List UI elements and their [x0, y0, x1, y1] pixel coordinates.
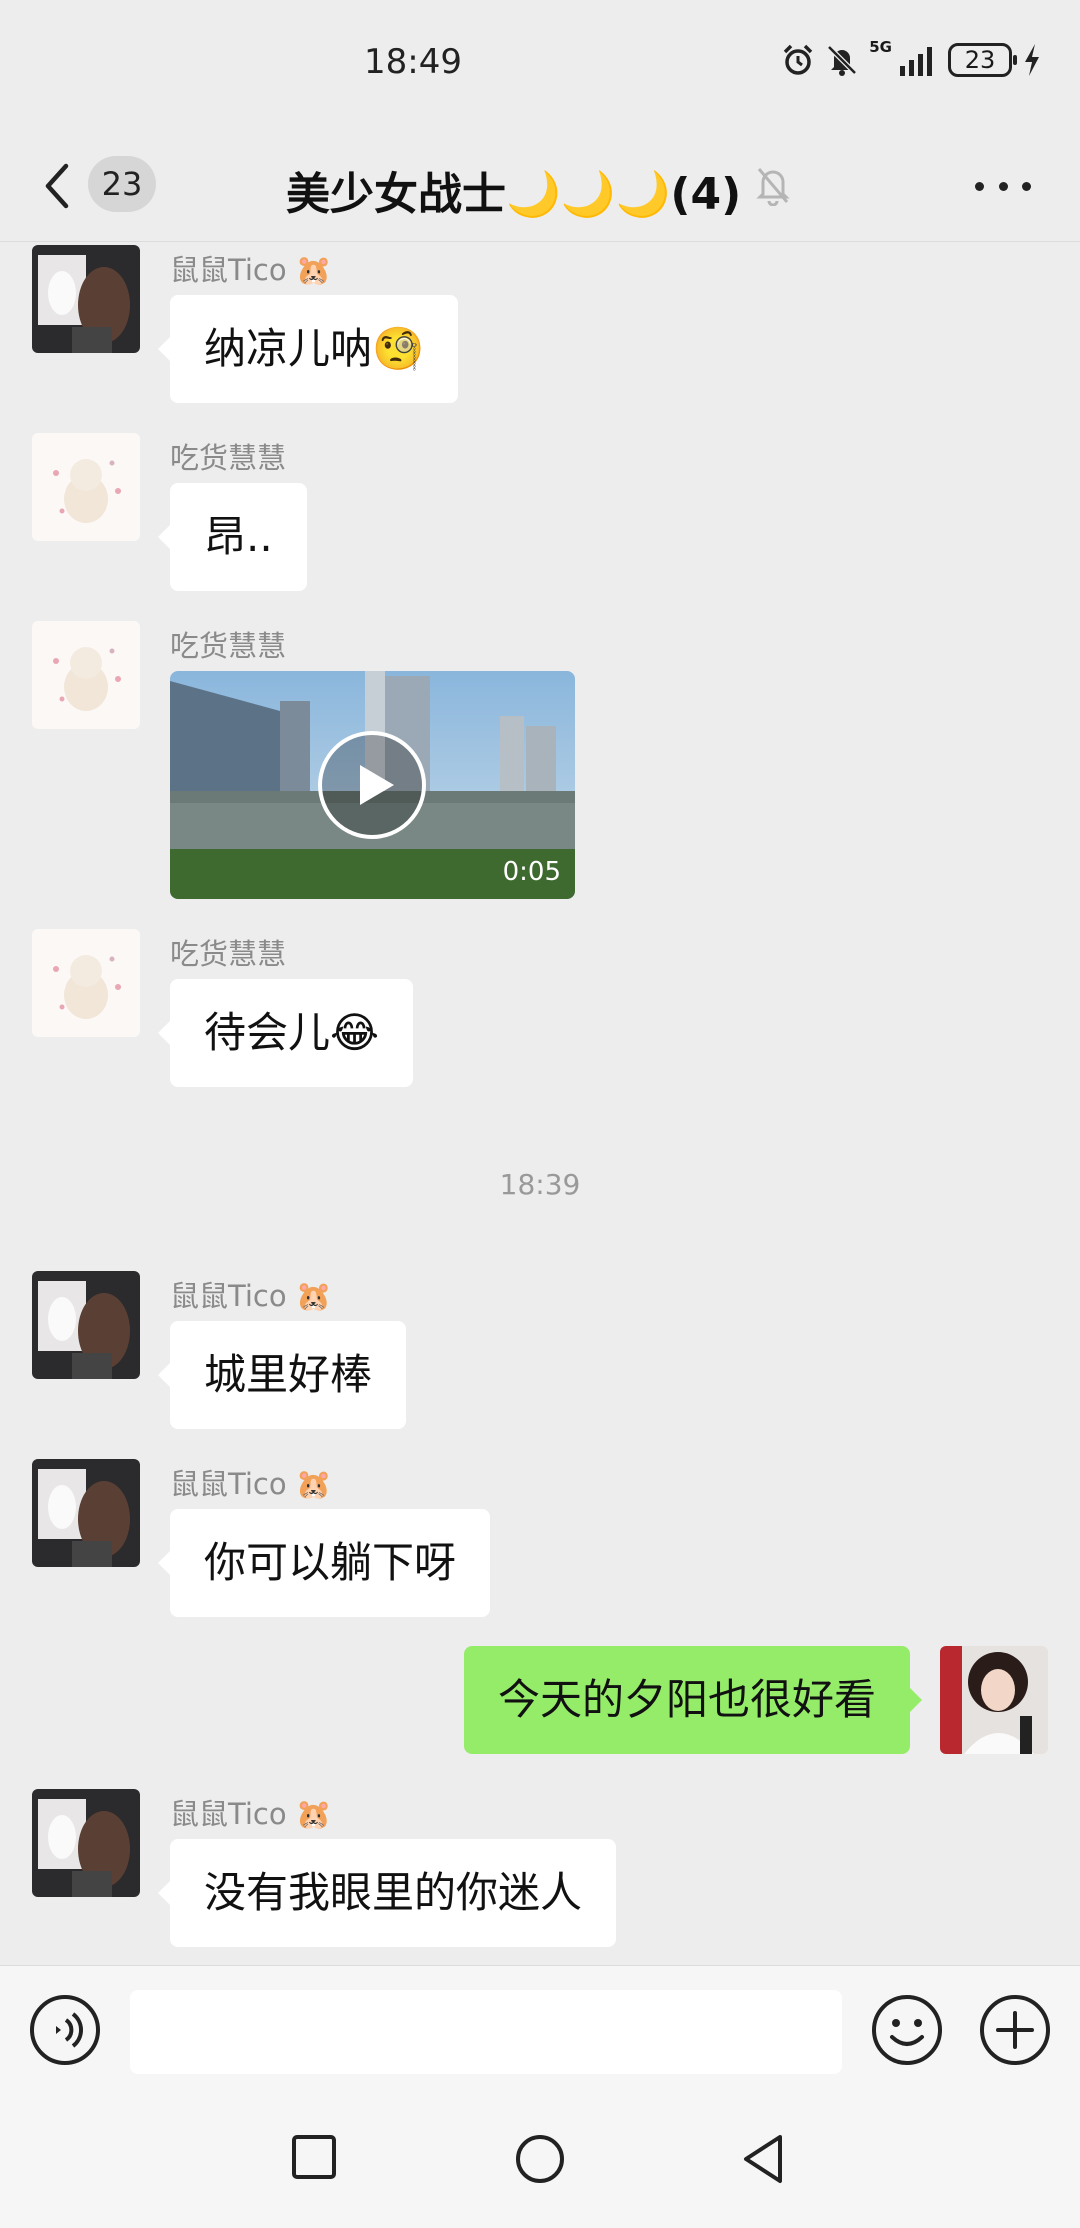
more-dot [975, 181, 984, 191]
avatar-self[interactable] [940, 1646, 1048, 1754]
message-bubble-self[interactable]: 今天的夕阳也很好看 [463, 1646, 923, 1754]
avatar-shushu[interactable] [32, 1459, 140, 1567]
message-input[interactable] [130, 1990, 842, 2074]
chat-messages[interactable]: 鼠鼠Tico 🐹 纳凉儿呐🧐 吃货慧慧 昂.. 吃货慧慧 0:05 吃货慧慧 待… [0, 243, 1080, 1965]
avatar-shushu[interactable] [32, 1789, 140, 1897]
video-duration: 0:05 [502, 857, 561, 887]
status-time: 18:49 [364, 42, 462, 82]
voice-icon[interactable] [28, 1993, 102, 2067]
back-icon[interactable] [36, 154, 76, 218]
avatar-chihuo[interactable] [32, 433, 140, 541]
sender-name: 鼠鼠Tico 🐹 [170, 1797, 332, 1831]
message-bubble[interactable]: 待会儿😂 [157, 979, 414, 1087]
video-message[interactable]: 0:05 [170, 671, 575, 899]
message-bubble[interactable]: 你可以躺下呀 [157, 1509, 491, 1617]
sender-name: 鼠鼠Tico 🐹 [170, 253, 332, 287]
battery-indicator: 23 [948, 43, 1017, 77]
chat-header: 23 美少女战士🌙🌙🌙(4) [0, 130, 1080, 242]
message-bubble[interactable]: 没有我眼里的你迷人 [157, 1839, 617, 1947]
status-icons: 5G 23 [781, 40, 1042, 80]
avatar-shushu[interactable] [32, 1271, 140, 1379]
mute-bell-icon [756, 168, 790, 206]
sender-name: 鼠鼠Tico 🐹 [170, 1279, 332, 1313]
unread-count-badge[interactable]: 23 [88, 156, 156, 212]
more-dot [998, 181, 1008, 191]
sender-name: 吃货慧慧 [170, 441, 287, 475]
charging-icon [1025, 44, 1039, 76]
back-nav-icon[interactable] [740, 2133, 788, 2185]
chat-title: 美少女战士🌙🌙🌙(4) [286, 169, 742, 220]
recent-apps-icon[interactable] [290, 2133, 338, 2181]
network-type: 5G [869, 38, 892, 56]
sender-name: 吃货慧慧 [170, 937, 287, 971]
input-bar [0, 1965, 1080, 2095]
emoji-icon[interactable] [870, 1993, 944, 2067]
message-bubble[interactable]: 纳凉儿呐🧐 [157, 295, 459, 403]
avatar-chihuo[interactable] [32, 621, 140, 729]
status-bar: 18:49 5G 23 [0, 0, 1080, 130]
message-timestamp: 18:39 [499, 1168, 581, 1201]
sender-name: 吃货慧慧 [170, 629, 287, 663]
play-icon[interactable] [318, 731, 426, 839]
sender-name: 鼠鼠Tico 🐹 [170, 1467, 332, 1501]
avatar-shushu[interactable] [32, 245, 140, 353]
alarm-icon [784, 44, 813, 75]
more-dot [1022, 181, 1031, 191]
message-bubble[interactable]: 昂.. [158, 483, 307, 591]
avatar-chihuo[interactable] [32, 929, 140, 1037]
message-bubble[interactable]: 城里好棒 [157, 1321, 407, 1429]
more-icon[interactable] [975, 174, 1031, 198]
system-navigation-bar [0, 2095, 1080, 2228]
notification-off-icon [827, 45, 858, 76]
plus-icon[interactable] [978, 1993, 1052, 2067]
signal-icon [900, 47, 932, 76]
home-icon[interactable] [514, 2133, 566, 2185]
